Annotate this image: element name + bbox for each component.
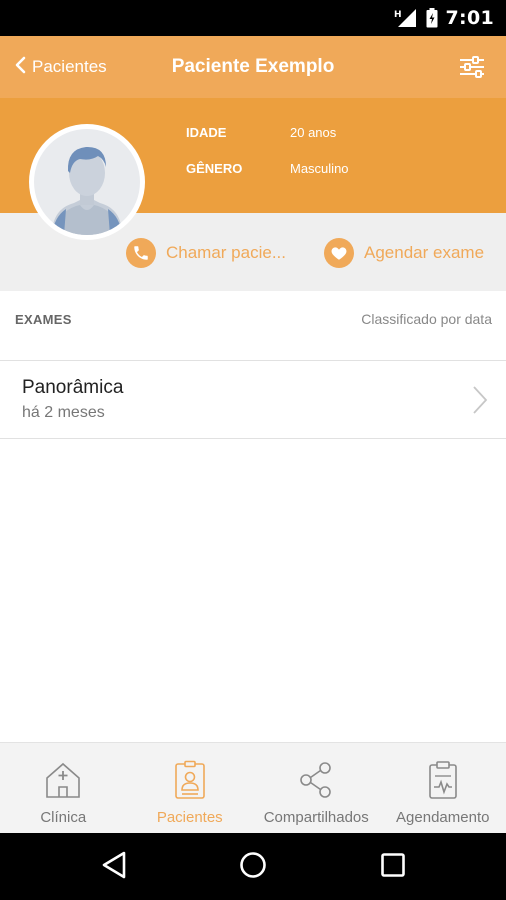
call-patient-label: Chamar pacie... <box>166 243 286 262</box>
share-icon <box>298 759 334 801</box>
tab-label: Compartilhados <box>263 809 369 826</box>
age-row: IDADE 20 anos <box>186 125 336 140</box>
sliders-icon <box>458 56 486 85</box>
schedule-exam-label: Agendar exame <box>364 243 485 262</box>
system-home-button[interactable] <box>237 851 269 883</box>
phone-icon <box>126 238 156 268</box>
signal-icon: H <box>394 8 418 28</box>
avatar[interactable] <box>29 124 145 240</box>
battery-icon <box>426 8 438 28</box>
schedule-icon <box>427 759 459 801</box>
exam-date: há 2 meses <box>22 404 105 421</box>
tab-label: Clínica <box>40 809 87 826</box>
gender-row: GÊNERO Masculino <box>186 161 349 176</box>
svg-text:H: H <box>394 10 402 20</box>
age-label: IDADE <box>186 125 227 140</box>
tab-agendamento[interactable]: Agendamento <box>380 743 506 833</box>
square-recents-icon <box>380 852 406 883</box>
system-back-button[interactable] <box>98 851 130 883</box>
system-navigation-bar <box>0 833 506 900</box>
tab-clinica[interactable]: Clínica <box>0 743 127 833</box>
gender-value: Masculino <box>290 161 349 176</box>
back-button[interactable]: Pacientes <box>14 36 107 98</box>
system-recents-button[interactable] <box>377 851 409 883</box>
section-title: EXAMES <box>15 312 72 327</box>
chevron-right-icon <box>472 385 488 420</box>
patients-icon <box>174 759 206 801</box>
sort-label[interactable]: Classificado por data <box>361 311 492 327</box>
call-patient-button[interactable]: Chamar pacie... <box>126 237 286 269</box>
triangle-back-icon <box>101 851 127 884</box>
clock: 7:01 <box>445 7 494 29</box>
clinic-icon <box>43 759 83 801</box>
top-app-bar: Pacientes Paciente Exemplo <box>0 36 506 98</box>
chevron-left-icon <box>14 56 26 79</box>
page-title: Paciente Exemplo <box>171 56 335 77</box>
list-item[interactable]: Panorâmica há 2 meses <box>0 362 506 439</box>
schedule-exam-button[interactable]: Agendar exame <box>324 237 484 269</box>
tab-label: Pacientes <box>156 809 223 826</box>
exams-section-header: EXAMES Classificado por data <box>0 291 506 361</box>
status-bar: H 7:01 <box>0 0 506 36</box>
filter-settings-button[interactable] <box>458 53 486 81</box>
tab-label: Agendamento <box>396 809 490 826</box>
tab-pacientes[interactable]: Pacientes <box>127 743 254 833</box>
circle-home-icon <box>239 851 267 884</box>
user-silhouette-icon <box>34 129 140 235</box>
tab-compartilhados[interactable]: Compartilhados <box>253 743 380 833</box>
bottom-navigation: Clínica Pacientes Compartilhados Agendam… <box>0 742 506 833</box>
back-label: Pacientes <box>32 57 107 76</box>
exam-name: Panorâmica <box>22 377 124 398</box>
heart-icon <box>324 238 354 268</box>
gender-label: GÊNERO <box>186 161 243 176</box>
age-value: 20 anos <box>290 125 337 140</box>
